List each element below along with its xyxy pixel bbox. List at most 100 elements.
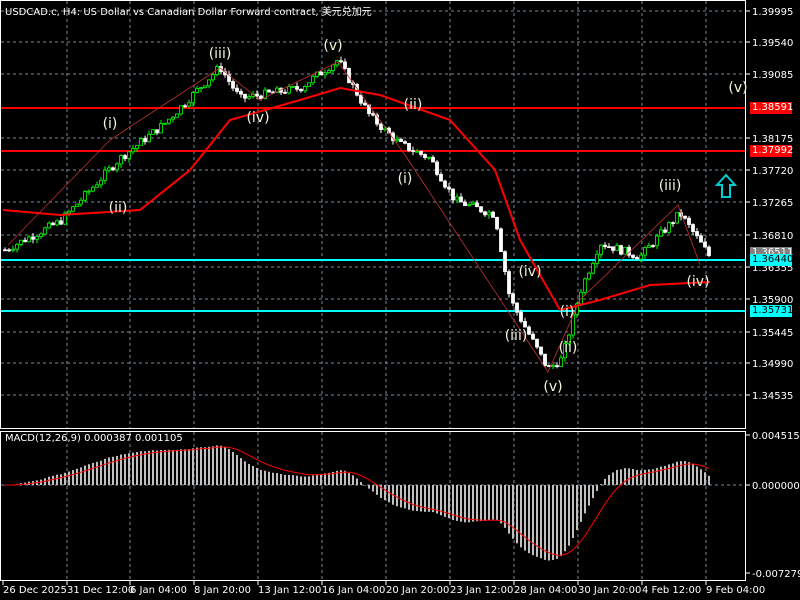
macd-histogram-bar [696,466,698,485]
macd-histogram-bar [432,485,434,513]
wave-label: (iii) [209,46,232,62]
candle-body [51,222,55,226]
macd-histogram-bar [60,474,62,485]
candle-body [403,141,407,144]
time-axis-label: 6 Jan 04:00 [130,585,187,596]
candle-body [87,190,91,193]
candle-body [415,150,419,153]
macd-histogram-bar [360,482,362,485]
macd-histogram-bar [296,475,298,485]
candle-body [683,215,687,219]
macd-axis-label: 0.000000 [752,481,800,492]
macd-histogram-bar [304,476,306,485]
macd-histogram-bar [644,469,646,485]
macd-histogram-bar [612,472,614,485]
macd-histogram-bar [604,478,606,485]
candle-body [247,96,251,99]
candle-body [639,254,643,260]
wave-label: (iv) [518,264,541,280]
candle-body [467,203,471,207]
candle-body [75,203,79,208]
price-axis-label: 1.39085 [752,70,793,81]
macd-signal-line [5,446,710,556]
time-axis-label: 31 Dec 12:00 [67,585,134,596]
macd-histogram-bar [408,485,410,510]
candle-body [539,346,543,355]
macd-histogram-bar [56,474,58,485]
candle-body [707,246,711,256]
candle-body [23,239,27,243]
macd-histogram-bar [200,447,202,485]
macd-axis-label: 0.004515 [752,431,800,442]
candle-body [131,148,135,153]
candle-body [143,138,147,143]
candle-body [407,142,411,152]
wave-label: (v) [728,80,747,96]
candle-body [471,202,475,205]
macd-histogram-bar [196,447,198,485]
macd-histogram-bar [236,454,238,485]
candle-body [463,201,467,207]
macd-histogram-bar [668,464,670,485]
candle-body [399,138,403,143]
macd-histogram-bar [692,464,694,485]
candle-body [39,233,43,237]
macd-histogram-bar [580,485,582,522]
macd-histogram-bar [468,485,470,523]
macd-histogram-bar [312,475,314,485]
chart-canvas[interactable]: 26 Dec 2025 31 Dec 12:006 Jan 04:00 8 Jan … [0,0,800,600]
level-tag-cyan-1: 1.36440 [750,254,794,266]
macd-histogram-bar [264,470,266,485]
candle-body [515,302,519,313]
macd-histogram-bar [156,450,158,485]
macd-histogram-bar [180,449,182,485]
macd-histogram-bar [160,450,162,485]
candle-body [211,74,215,81]
macd-histogram-bar [288,474,290,485]
macd-histogram-bar [388,485,390,503]
candle-body [651,245,655,247]
candle-body [591,263,595,274]
macd-histogram-bar [320,473,322,485]
macd-histogram-bar [636,469,638,485]
price-axis-label: 1.34990 [752,359,793,370]
macd-histogram-bar [548,485,550,561]
macd-histogram-bar [484,485,486,521]
candle-body [327,70,331,74]
macd-histogram-bar [648,469,650,485]
macd-histogram-bar [92,462,94,485]
macd-histogram-bar [96,461,98,485]
candle-body [307,82,311,87]
macd-histogram-bar [88,464,90,485]
candle-body [379,123,383,131]
candle-body [71,206,75,212]
candle-body [47,222,51,229]
wave-label: (iii) [659,178,682,194]
candle-body [319,71,323,76]
chart-window[interactable]: 26 Dec 2025 31 Dec 12:00 6 Jan 04:00 8 Jan … [0,0,800,600]
macd-histogram-bar [528,485,530,554]
wave-label: (ii) [559,340,578,356]
candle-body [435,161,439,175]
candle-body [147,133,151,143]
candle-body [551,365,555,368]
wave-label: (i) [103,116,118,132]
macd-histogram-bar [328,472,330,485]
price-axis-label: 1.37720 [752,166,793,177]
candle-body [31,236,35,240]
candle-body [535,338,539,348]
macd-histogram-bar [224,446,226,485]
macd-histogram-bar [324,473,326,485]
macd-histogram-bar [212,446,214,485]
macd-histogram-bar [300,476,302,485]
time-axis-label: 23 Jan 12:00 [450,585,513,596]
macd-histogram-bar [524,485,526,551]
candle-body [487,211,491,216]
macd-histogram-bar [476,485,478,522]
candle-body [419,150,423,155]
chart-title: USDCAD.c, H4: US Dollar vs Canadian Doll… [5,7,372,18]
candle-body [103,169,107,181]
macd-histogram-bar [552,485,554,561]
macd-histogram-bar [276,473,278,485]
candle-body [235,87,239,92]
